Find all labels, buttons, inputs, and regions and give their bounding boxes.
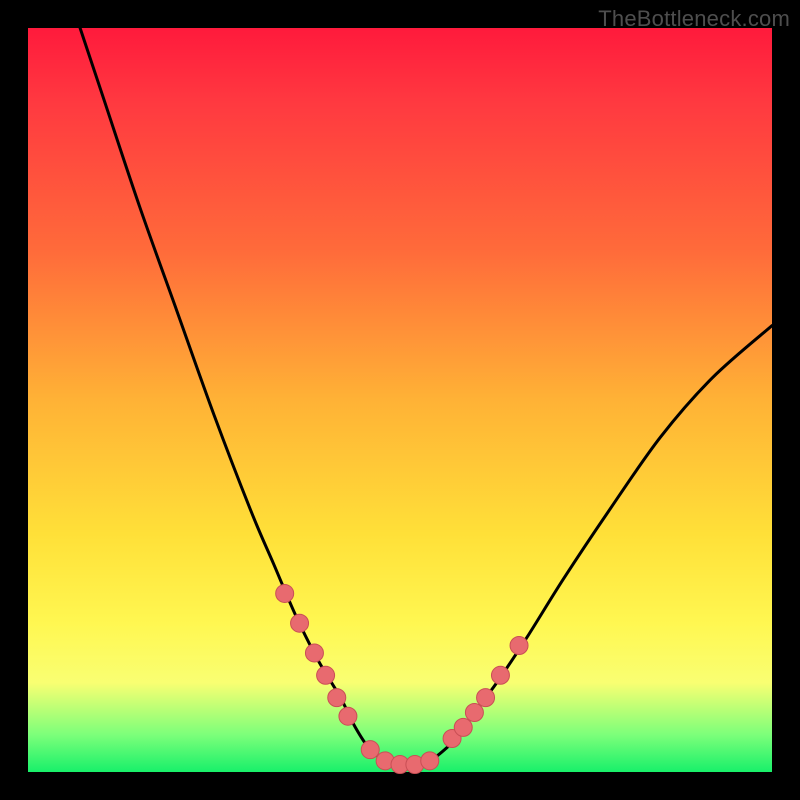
marker-dot [305, 644, 323, 662]
curve-group [80, 28, 772, 765]
marker-dot [465, 703, 483, 721]
marker-group [276, 584, 528, 773]
chart-svg [28, 28, 772, 772]
marker-dot [491, 666, 509, 684]
marker-dot [454, 718, 472, 736]
marker-dot [421, 752, 439, 770]
marker-dot [361, 741, 379, 759]
plot-area [28, 28, 772, 772]
watermark-text: TheBottleneck.com [598, 6, 790, 32]
marker-dot [510, 637, 528, 655]
bottleneck-curve [80, 28, 772, 765]
marker-dot [317, 666, 335, 684]
chart-frame: TheBottleneck.com [0, 0, 800, 800]
marker-dot [339, 707, 357, 725]
marker-dot [477, 689, 495, 707]
marker-dot [276, 584, 294, 602]
marker-dot [291, 614, 309, 632]
marker-dot [328, 689, 346, 707]
